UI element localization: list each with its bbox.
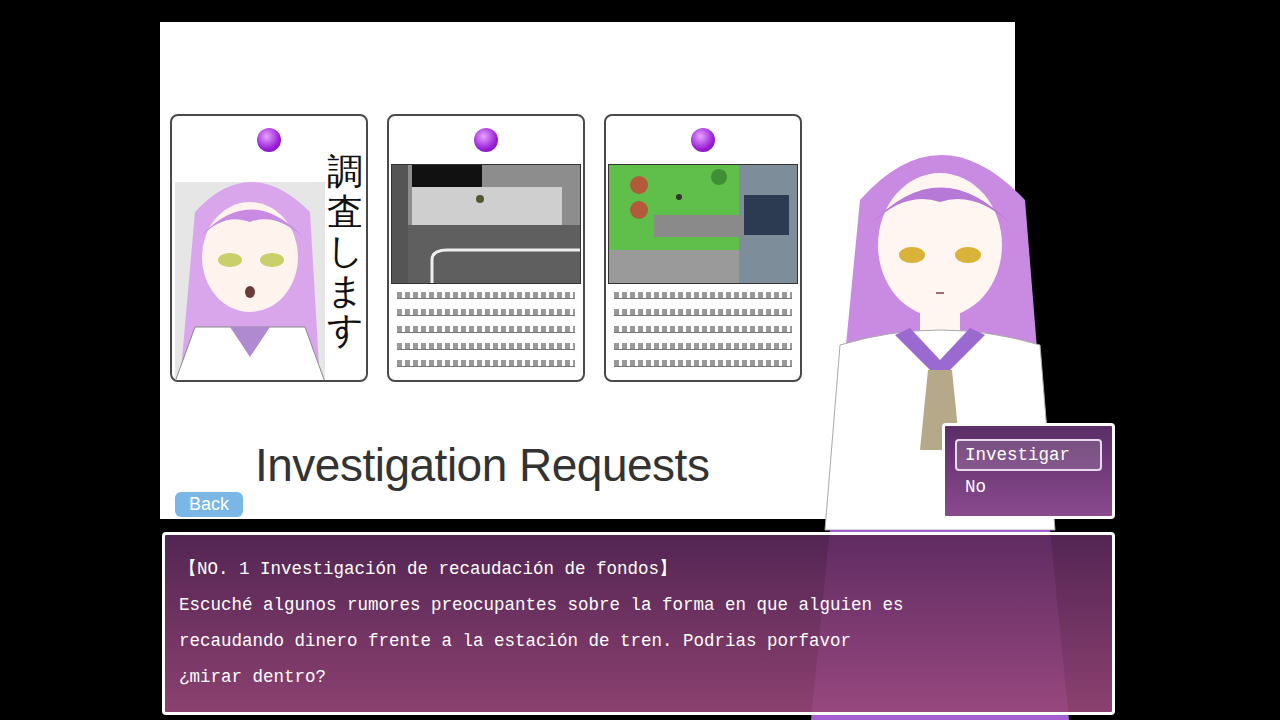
gem-icon [474,128,498,152]
description-line [397,326,575,333]
girl-face-icon [175,152,325,380]
message-line: Escuché algunos rumores preocupantes sob… [179,587,1098,623]
description-line [614,292,792,299]
choice-window: InvestigarNo [942,423,1115,519]
message-title: 【NO. 1 Investigación de recaudación de f… [179,551,1098,587]
request-card[interactable] [387,114,585,382]
card-description [614,292,792,367]
park-map-icon [609,165,797,283]
description-line [614,326,792,333]
message-line: recaudando dinero frente a la estación d… [179,623,1098,659]
choice-option[interactable]: No [955,471,1102,503]
map-thumbnail [391,164,581,284]
portrait-art: 調査します [175,152,363,380]
description-line [614,343,792,350]
request-card[interactable] [604,114,802,382]
gem-icon [257,128,281,152]
description-line [397,309,575,316]
map-thumbnail [608,164,798,284]
description-line [614,360,792,367]
description-line [397,292,575,299]
message-window: 【NO. 1 Investigación de recaudación de f… [162,532,1115,715]
back-button[interactable]: Back [175,492,243,517]
message-line: ¿mirar dentro? [179,659,1098,695]
street-map-icon [392,165,580,283]
card-caption: 調査します [327,152,363,380]
request-card[interactable]: 調査します [170,114,368,382]
description-line [397,360,575,367]
description-line [614,309,792,316]
game-screen: 調査しますInvestigation RequestsBackInvestiga… [0,0,1280,720]
choice-option[interactable]: Investigar [955,439,1102,471]
card-description [397,292,575,367]
gem-icon [691,128,715,152]
description-line [397,343,575,350]
